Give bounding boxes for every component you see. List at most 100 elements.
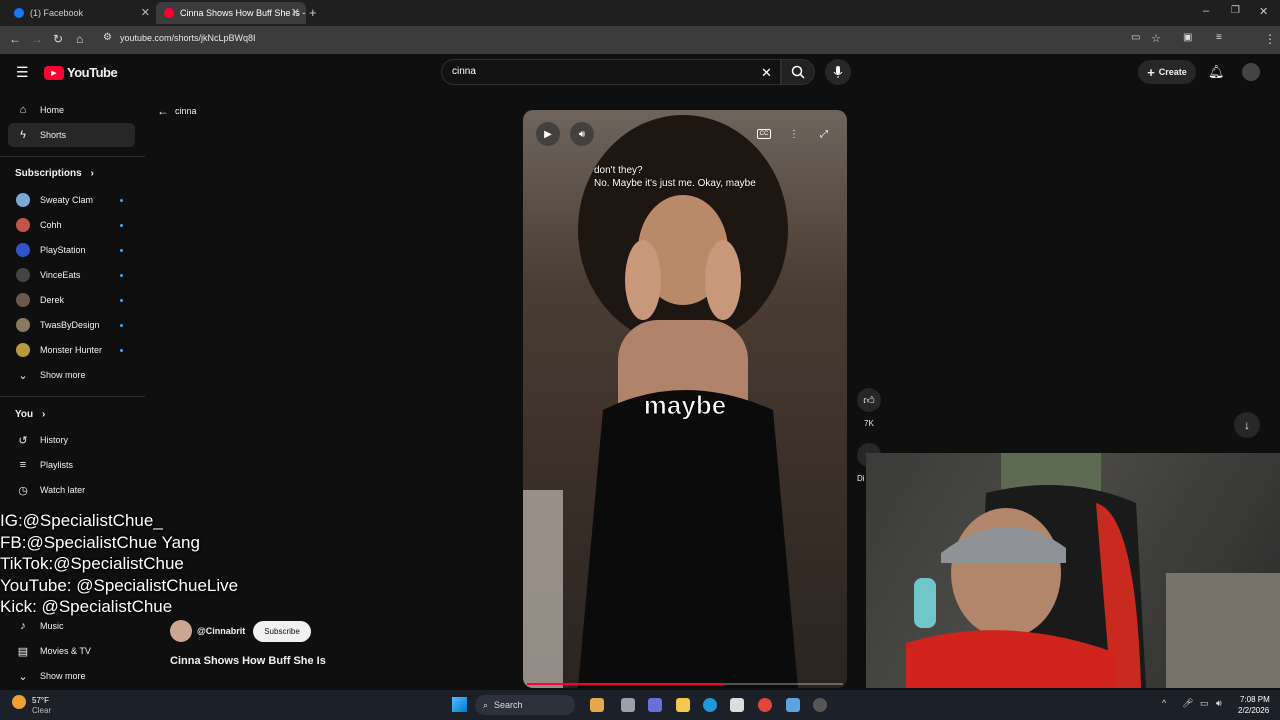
you-heading[interactable]: You › [15, 409, 45, 420]
new-tab-icon[interactable]: + [309, 5, 317, 20]
weather-moon-icon[interactable] [12, 695, 26, 709]
create-button[interactable]: + Create [1138, 60, 1196, 84]
sidebar-show-more-explore[interactable]: ⌄ Show more [8, 664, 135, 688]
next-short-button[interactable]: ↓ [1234, 412, 1260, 438]
home-browser-icon[interactable]: ⌂ [76, 32, 83, 46]
like-button[interactable]: 👍︎ [857, 388, 881, 412]
close-tab-icon[interactable]: ✕ [141, 6, 150, 19]
sidebar-item-cohh[interactable]: Cohh [8, 213, 135, 237]
reading-list-icon[interactable]: ▣ [1183, 32, 1192, 43]
youtube-logo[interactable]: ▶ YouTube [44, 65, 118, 80]
taskbar-search[interactable]: ⌕ Search [475, 695, 575, 715]
chevron-right-icon: › [41, 409, 46, 420]
sidebar-item-label: Movies & TV [40, 646, 91, 656]
more-options-button[interactable]: ⋮ [782, 122, 806, 146]
sidebar-item-label: Show more [40, 370, 86, 380]
site-info-icon[interactable]: ⚙ [103, 32, 112, 43]
video-progress-fill [527, 683, 723, 685]
forward-icon[interactable]: → [31, 32, 43, 46]
sidebar-item-label: Watch later [40, 485, 86, 495]
channel-avatar[interactable] [170, 620, 192, 642]
store-icon[interactable] [730, 698, 744, 712]
back-to-search-link[interactable]: ← cinna [157, 104, 197, 118]
sidebar-item-vinceeats[interactable]: VinceEats [8, 263, 135, 287]
sidebar-item-sweaty-clam[interactable]: Sweaty Clam [8, 188, 135, 212]
sidebar-item-playlists[interactable]: ≡ Playlists [8, 453, 135, 477]
sidebar-item-playstation[interactable]: PlayStation [8, 238, 135, 262]
clock-time[interactable]: 7:08 PM [1240, 695, 1270, 704]
sidebar-item-home[interactable]: ⌂ Home [8, 98, 135, 122]
taskbar-search-label: Search [494, 700, 523, 710]
you-title: You [15, 409, 34, 420]
start-windows-icon[interactable] [452, 697, 467, 712]
network-icon[interactable]: ▭ [1200, 698, 1209, 709]
back-icon[interactable]: ← [9, 32, 21, 46]
sidebar-item-derek[interactable]: Derek [8, 288, 135, 312]
tab-youtube-short[interactable]: Cinna Shows How Buff She Is - ✕ [156, 2, 306, 24]
address-bar-row: ← → ↻ ⌂ ⚙ youtube.com/shorts/jkNcLpBWq8I… [0, 26, 1280, 71]
edge-browser-icon[interactable] [703, 698, 717, 712]
sidebar-show-more-subscriptions[interactable]: ⌄ Show more [8, 363, 135, 387]
new-content-dot [120, 199, 123, 202]
url-field[interactable]: youtube.com/shorts/jkNcLpBWq8I [120, 33, 256, 43]
browser-menu-icon[interactable]: ⋮ [1264, 32, 1276, 46]
captions-button[interactable]: CC [752, 122, 776, 146]
arrow-left-icon: ← [157, 104, 169, 118]
subscribe-button[interactable]: Subscribe [253, 621, 311, 642]
shorts-video-player[interactable]: ▶ 🔊︎ CC ⋮ ⤢ don't they? No. Maybe it's j… [523, 110, 847, 688]
widgets-icon[interactable] [590, 698, 604, 712]
search-icon [791, 65, 805, 79]
channel-name[interactable]: @Cinnabrit [197, 626, 245, 636]
close-tab-icon[interactable]: ✕ [291, 6, 300, 19]
sidebar-item-twasbydesign[interactable]: TwasByDesign [8, 313, 135, 337]
sidebar-item-label: Shorts [40, 130, 67, 140]
app-icon[interactable] [786, 698, 800, 712]
minimize-icon[interactable]: – [1203, 5, 1209, 17]
clear-search-icon[interactable]: ✕ [761, 65, 772, 81]
weather-temp[interactable]: 57°F [32, 696, 49, 705]
hamburger-menu-icon[interactable]: ☰ [16, 64, 29, 81]
sidebar-item-history[interactable]: ↺ History [8, 428, 135, 452]
cc-icon: CC [756, 129, 772, 139]
tab-facebook[interactable]: (1) Facebook ✕ [6, 2, 156, 24]
more-vertical-icon: ⋮ [789, 128, 799, 140]
play-button[interactable]: ▶ [536, 122, 560, 146]
new-content-dot [120, 249, 123, 252]
search-input[interactable] [441, 59, 781, 85]
task-view-icon[interactable] [621, 698, 635, 712]
reload-icon[interactable]: ↻ [53, 32, 63, 46]
thumbs-up-icon: 👍︎ [863, 394, 875, 407]
plus-icon: + [1147, 64, 1155, 80]
copilot-icon[interactable] [648, 698, 662, 712]
search-button[interactable] [781, 59, 815, 85]
account-avatar[interactable] [1242, 63, 1260, 81]
bookmark-star-icon[interactable]: ☆ [1151, 32, 1161, 45]
browser-tab-bar: (1) Facebook ✕ Cinna Shows How Buff She … [0, 0, 1280, 26]
clock-date[interactable]: 2/2/2026 [1238, 706, 1269, 715]
volume-button[interactable]: 🔊︎ [570, 122, 594, 146]
search-icon: ⌕ [483, 699, 489, 710]
cast-icon[interactable]: ▭ [1131, 32, 1140, 43]
video-progress-bar[interactable] [527, 683, 843, 685]
extensions-icon[interactable]: ≡ [1216, 32, 1222, 43]
subscriptions-heading[interactable]: Subscriptions › [15, 168, 94, 179]
sidebar-item-movies-tv[interactable]: ▤ Movies & TV [8, 639, 135, 663]
sidebar-item-watch-later[interactable]: ◷ Watch later [8, 478, 135, 502]
voice-search-button[interactable] [825, 59, 851, 85]
search-query[interactable]: cinna [452, 66, 476, 77]
volume-tray-icon[interactable]: 🔊︎ [1216, 698, 1222, 709]
sidebar-item-label: History [40, 435, 69, 445]
obs-icon[interactable] [813, 698, 827, 712]
chrome-icon[interactable] [758, 698, 772, 712]
microphone-tray-icon[interactable]: 🎤︎ [1182, 698, 1193, 709]
sidebar-item-monster-hunter[interactable]: Monster Hunter [8, 338, 135, 362]
file-explorer-icon[interactable] [676, 698, 690, 712]
shorts-icon: ϟ [20, 129, 26, 141]
window-close-icon[interactable]: ✕ [1259, 5, 1268, 18]
notifications-bell-icon[interactable]: 🔔︎ [1208, 64, 1225, 80]
sidebar-item-label: Show more [40, 671, 86, 681]
sidebar-item-shorts[interactable]: ϟ Shorts [8, 123, 135, 147]
fullscreen-button[interactable]: ⤢ [812, 122, 836, 146]
chevron-up-icon[interactable]: ^ [1162, 698, 1166, 708]
maximize-icon[interactable]: ❐ [1231, 5, 1240, 16]
